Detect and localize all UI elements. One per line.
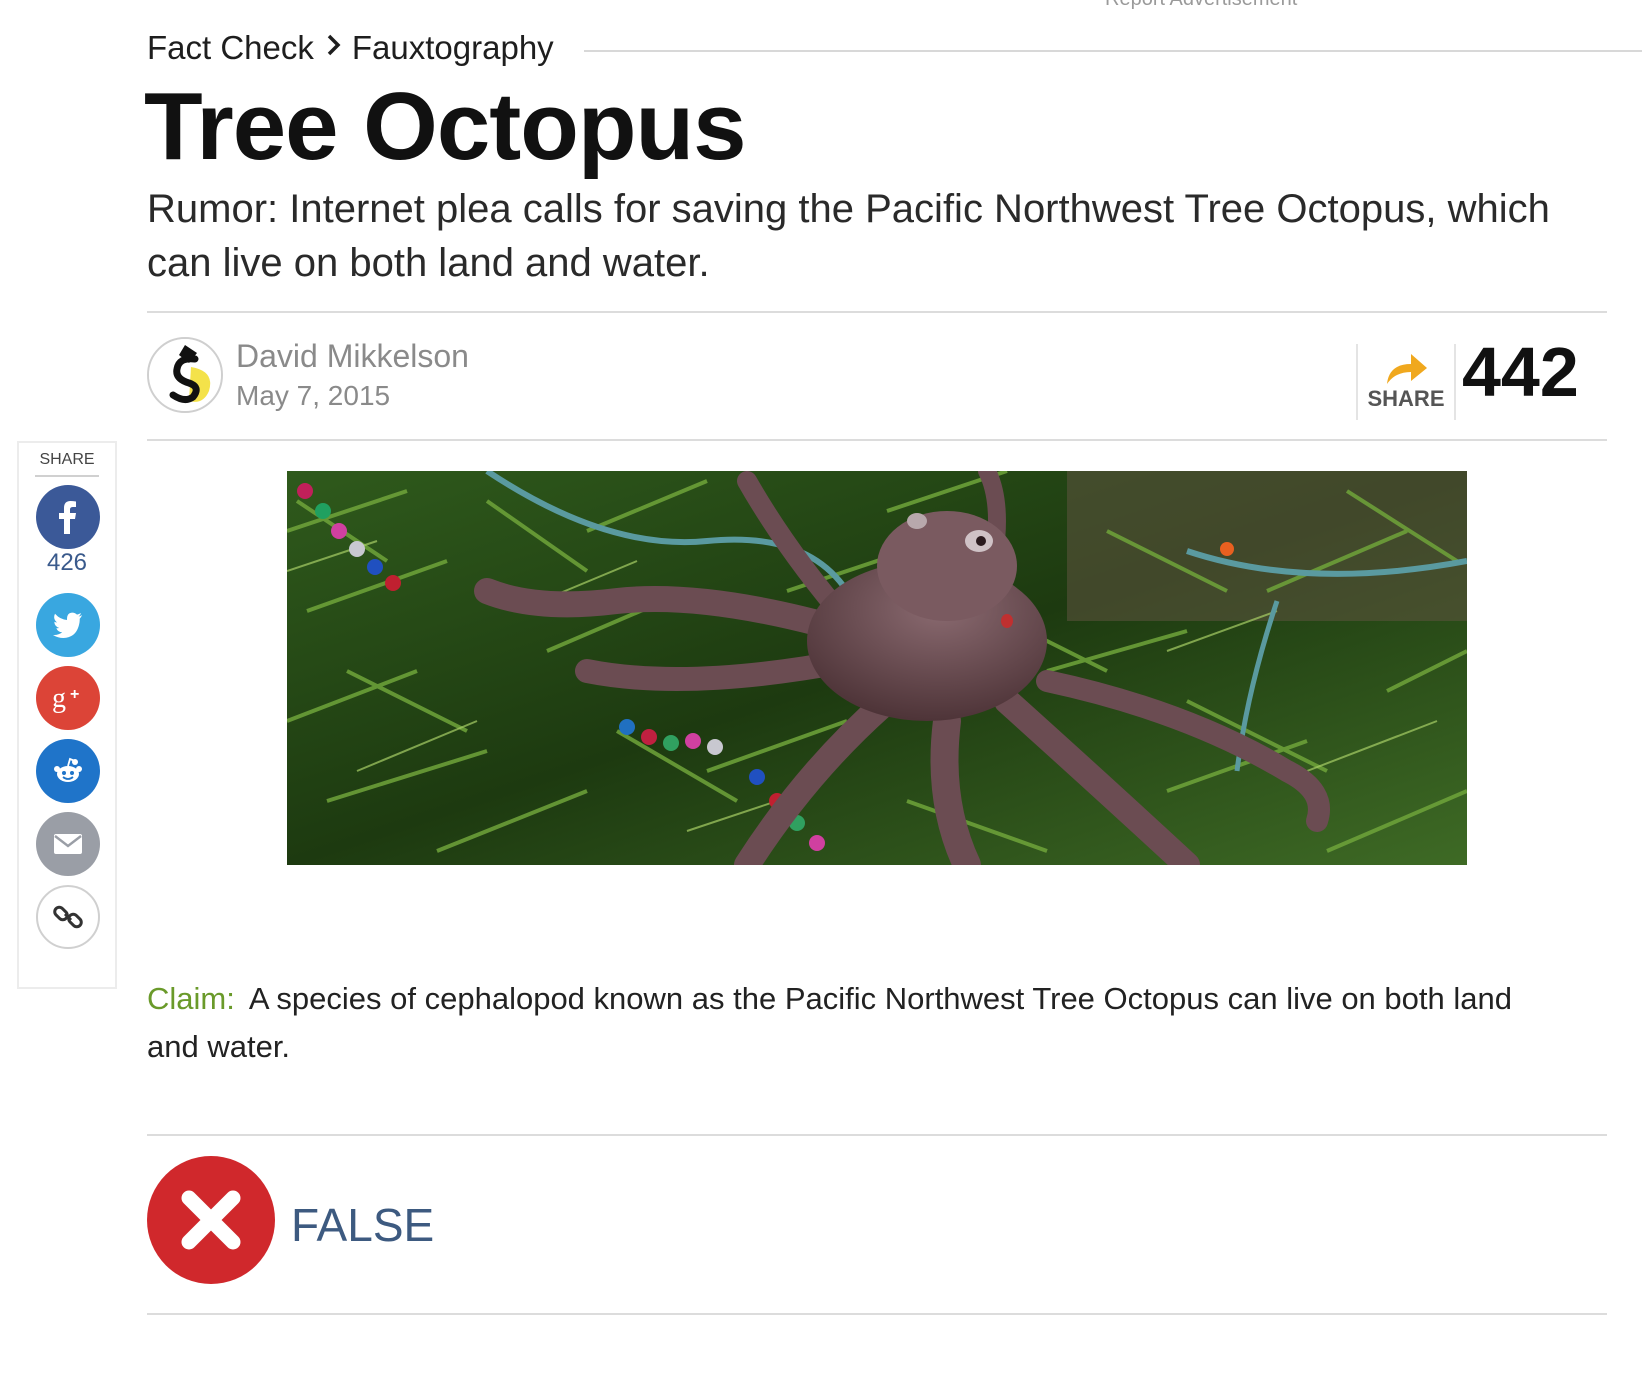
article-hero-image [287, 471, 1467, 865]
envelope-icon [54, 834, 82, 854]
claim-label: Claim: [147, 981, 235, 1016]
share-button[interactable]: SHARE [1356, 344, 1456, 420]
rating-label: FALSE [291, 1199, 435, 1251]
email-share-button[interactable] [36, 812, 100, 876]
breadcrumb-fauxtography[interactable]: Fauxtography [352, 29, 554, 67]
twitter-share-button[interactable] [36, 593, 100, 657]
reddit-share-button[interactable] [36, 739, 100, 803]
breadcrumb: Fact Check Fauxtography [147, 28, 554, 68]
share-arrow-icon [1387, 354, 1427, 384]
sidebar-share-label: SHARE [39, 451, 95, 468]
author-name[interactable]: David Mikkelson [236, 338, 469, 375]
facebook-share-count: 426 [46, 549, 88, 576]
false-rating-icon [147, 1156, 275, 1284]
facebook-icon [59, 501, 76, 534]
social-share-sidebar: SHARE 426 g + [17, 441, 117, 989]
sidebar-divider [35, 475, 99, 477]
google-plus-share-button[interactable]: g + [36, 666, 100, 730]
facebook-share-button[interactable] [36, 485, 100, 549]
divider [147, 311, 1607, 313]
page-title: Tree Octopus [144, 73, 746, 180]
snopes-logo-icon [149, 339, 221, 411]
chevron-right-icon [326, 33, 342, 64]
divider [147, 1313, 1607, 1315]
claim-text: Claim: A species of cephalopod known as t… [147, 975, 1547, 1071]
reddit-icon [54, 757, 82, 782]
divider [147, 439, 1607, 441]
breadcrumb-fact-check[interactable]: Fact Check [147, 29, 314, 67]
divider [147, 1134, 1607, 1136]
google-plus-icon: g + [52, 683, 79, 713]
tree-octopus-photo [287, 471, 1467, 865]
report-advertisement-link[interactable]: Report Advertisement [1105, 0, 1297, 11]
article-subtitle: Rumor: Internet plea calls for saving th… [147, 187, 1550, 285]
claim-body: A species of cephalopod known as the Pac… [147, 981, 1512, 1064]
copy-link-button[interactable] [36, 885, 100, 949]
breadcrumb-divider [584, 50, 1642, 52]
publish-date: May 7, 2015 [236, 380, 391, 411]
link-icon [53, 905, 83, 929]
twitter-icon [53, 612, 82, 638]
svg-text:g: g [52, 683, 66, 713]
share-label: SHARE [1367, 386, 1445, 411]
author-avatar[interactable] [147, 337, 223, 413]
svg-text:+: + [70, 686, 79, 703]
share-count: 442 [1462, 333, 1579, 411]
